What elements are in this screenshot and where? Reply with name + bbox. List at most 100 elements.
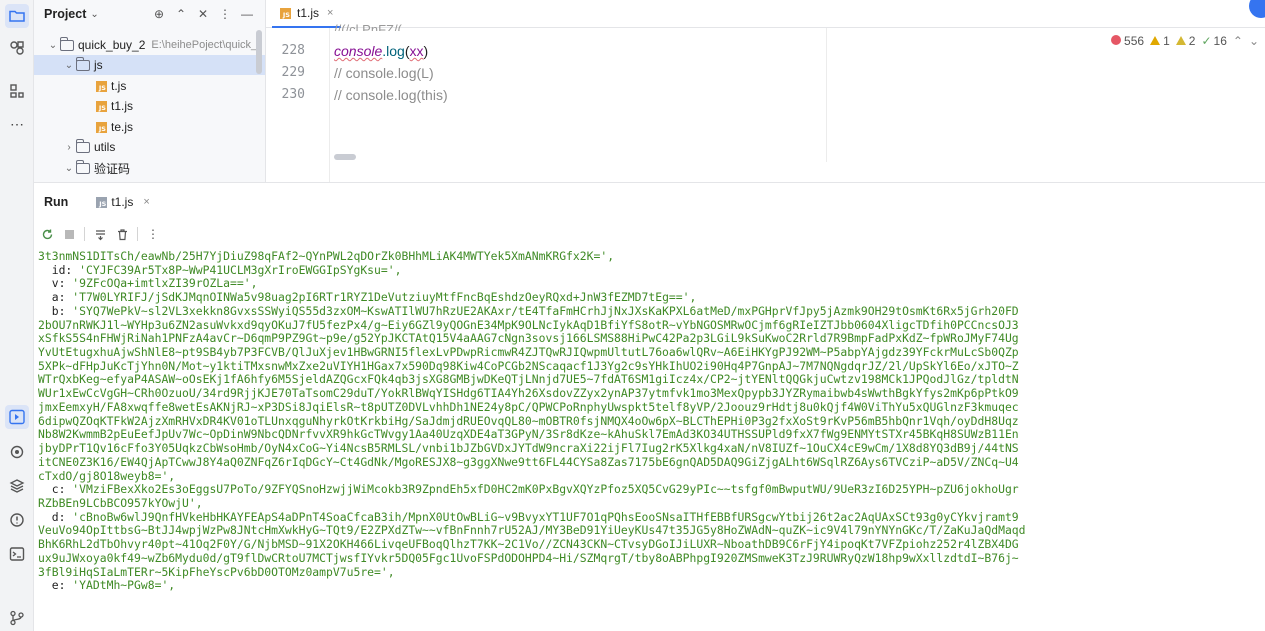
console-line: itCNE0Z3K16/EW4QjApTCwwJ8Y4aQ0ZNFqZ6rIqD… [38, 456, 1261, 470]
console-string: 'CYJFC39Ar5Tx8P~WwP41UCLM3gXrIroEWGGIpSY… [79, 263, 402, 277]
console-line: v: '9ZFcOQa+imtlxZI39rOZLa==', [38, 277, 1261, 291]
typo-count[interactable]: ✓ 16 [1201, 34, 1226, 48]
project-icon[interactable] [5, 4, 29, 28]
rerun-icon[interactable] [40, 227, 54, 241]
stop-icon[interactable] [62, 227, 76, 241]
structure-icon[interactable] [5, 79, 29, 103]
error-count-value: 556 [1124, 34, 1145, 48]
expand-arrow-icon[interactable]: ⌄ [62, 60, 76, 71]
console-output[interactable]: 3t3nmNS1DITsCh/eawNb/25H7YjDiuZ98qFAf2~Q… [38, 250, 1261, 631]
locate-icon[interactable]: ⊕ [151, 6, 167, 22]
code-line-229[interactable]: // console.log(L) [334, 65, 434, 81]
plugins-icon[interactable] [5, 36, 29, 60]
typo-count-value: 16 [1213, 34, 1227, 48]
console-string: 5XPk~dFHpJuKcTjYhn0N/Mot~y1ktiTMxsnwMxZx… [38, 359, 1019, 373]
run-header: Run JS t1.js × [34, 183, 1265, 221]
console-line: c: 'VMziFBexXko2Es3oEggsU7PoTo/9ZFYQSnoH… [38, 483, 1261, 497]
terminal-icon[interactable] [5, 542, 29, 566]
trash-icon[interactable] [115, 227, 129, 241]
tree-item-js[interactable]: ⌄ js [34, 55, 265, 75]
run-tab-t1-js[interactable]: JS t1.js × [96, 195, 150, 209]
console-string: 'cBnoBw6wlJ9QnfHVkeHbHKAYFEApS4aDPnT4Soa… [72, 510, 1019, 524]
console-string: 'T7W0LYRIFJ/jSdKJMqnOINWa5v98uag2pI6RTr1… [72, 291, 697, 305]
tree-item-utils[interactable]: › utils [34, 137, 265, 157]
layers-icon[interactable] [5, 474, 29, 498]
console-string: WUr1xEwCcVgGH~CRh0OzuoU/34rd9RjjKJE70TaT… [38, 387, 1019, 401]
tree-item-label: t.js [111, 79, 127, 93]
weak-warning-count[interactable]: 2 [1175, 34, 1195, 48]
console-key: v: [38, 277, 73, 291]
toolbar-divider [137, 227, 138, 241]
console-string: cTxdO/gj8O18weyb8=', [38, 469, 176, 483]
chevron-down-icon[interactable]: ⌄ [1249, 34, 1259, 48]
more-vertical-icon[interactable]: ⋮ [146, 227, 160, 241]
tree-item-root[interactable]: ⌄ quick_buy_2 E:\heihePoject\quick_ [34, 35, 265, 55]
js-file-icon: JS [96, 80, 107, 92]
tree-item-t1-js[interactable]: JS t1.js [34, 96, 265, 116]
console-key: e: [38, 579, 73, 593]
tree-item-path: E:\heihePoject\quick_ [151, 39, 258, 51]
project-scrollbar[interactable] [256, 30, 262, 74]
folder-icon [76, 138, 90, 153]
warning-icon [1150, 36, 1161, 45]
console-key: b: [38, 304, 73, 318]
tab-t1-js[interactable]: JS t1.js × [272, 0, 342, 28]
toolbar-divider [84, 227, 85, 241]
code-token-arg: xx [409, 43, 424, 59]
console-string: YvUtEtugxhuAjwShNlE8~pt9SB4yb7P3FCVB/QlJ… [38, 346, 1019, 360]
more-glyph: ⋯ [10, 116, 24, 132]
run-panel: Run JS t1.js × ⋮ 3t3nmNS1DITsCh/eawNb/25… [34, 182, 1265, 631]
folder-icon [76, 56, 90, 71]
close-icon[interactable]: × [327, 7, 333, 19]
console-string: VeuVo94OpIttbsG~BtJJ4wpjWzPw8JNtcHmXwkHy… [38, 524, 1026, 538]
console-string: 6dipwQZOqKTFkW2AjzXmRHVxDR4KV01oTLUnxqgu… [38, 414, 1019, 428]
console-string: 2bOU7nRWKJ1l~WYHp3u6ZN2asuWvkxd9qyOKuJ7f… [38, 318, 1019, 332]
expand-arrow-icon[interactable]: ⌄ [62, 163, 76, 174]
minimize-icon[interactable]: — [239, 6, 255, 22]
more-icon[interactable]: ⋯ [5, 112, 29, 136]
tree-item-captcha[interactable]: ⌄ 验证码 [34, 158, 265, 178]
tree-item-label: t1.js [111, 99, 134, 113]
console-line: id: 'CYJFC39Ar5Tx8P~WwP41UCLM3gXrIroEWGG… [38, 264, 1261, 278]
inspection-widget[interactable]: 556 1 2 ✓ 16 ⌃ ⌄ [1111, 34, 1259, 48]
console-string: 'SYQ7WePkV~sl2VL3xekkn8GvxsSSWyiQS55d3zx… [72, 304, 1019, 318]
console-string: '9ZFcOQa+imtlxZI39rOZLa==', [72, 277, 258, 291]
console-line: 3fBl9iHqSIaLmTERr~5KipFheYscPv6bD0OTOMz0… [38, 566, 1261, 580]
expand-all-icon[interactable]: ⌃ [173, 6, 189, 22]
services-icon[interactable] [5, 440, 29, 464]
tree-item-te-js[interactable]: JS te.js [34, 117, 265, 137]
code-token-paren: ) [423, 43, 429, 59]
run-icon[interactable] [5, 405, 29, 429]
line-number: 228 [281, 43, 305, 58]
js-file-icon: JS [96, 121, 107, 133]
js-run-icon: JS [96, 196, 108, 208]
console-line: WTrQxbKeg~efyaP4ASAW~oOsEKj1fA6hfy6M5Sje… [38, 373, 1261, 387]
console-line: d: 'cBnoBw6wlJ9QnfHVkeHbHKAYFEApS4aDPnT4… [38, 511, 1261, 525]
project-panel: Project ⌄ ⊕ ⌃ ✕ ⋮ — ⌄ quick_buy_2 E:\hei… [34, 0, 266, 182]
options-icon[interactable]: ⋮ [217, 6, 233, 22]
console-line: 2bOU7nRWKJ1l~WYHp3u6ZN2asuWvkxd9qyOKuJ7f… [38, 319, 1261, 333]
warning-count[interactable]: 1 [1150, 34, 1170, 48]
console-string: 3fBl9iHqSIaLmTERr~5KipFheYscPv6bD0OTOMz0… [38, 565, 395, 579]
close-icon[interactable]: × [143, 196, 149, 208]
chevron-up-icon[interactable]: ⌃ [1233, 34, 1243, 48]
error-count[interactable]: 556 [1111, 34, 1144, 48]
line-gutter: 228 229 230 [266, 28, 330, 182]
console-string: jbyDPrT1Qv16cFfo3Y05UqkzCbWsoHmb/OyN4xCo… [38, 442, 1019, 456]
tree-item-label: utils [94, 140, 116, 154]
git-icon[interactable] [5, 606, 29, 630]
expand-arrow-icon[interactable]: ⌄ [46, 40, 60, 51]
expand-arrow-icon[interactable]: › [62, 142, 76, 153]
collapse-all-icon[interactable]: ✕ [195, 6, 211, 22]
tree-item-t-js[interactable]: JS t.js [34, 76, 265, 96]
code-token-console: console [334, 43, 383, 59]
chevron-down-icon[interactable]: ⌄ [90, 9, 98, 20]
weak-warning-icon [1175, 36, 1186, 45]
js-file-icon: JS [280, 7, 291, 19]
editor-hscrollbar[interactable] [334, 154, 356, 160]
code-line-230[interactable]: // console.log(this) [334, 87, 448, 103]
scroll-to-end-icon[interactable] [93, 227, 107, 241]
problems-icon[interactable] [5, 508, 29, 532]
code-line-228[interactable]: console.log(xx) [334, 43, 428, 59]
console-string: ux9uJWxoya0kf49~wZb6Mydu0d/gT9flDwCRtoU7… [38, 551, 1019, 565]
